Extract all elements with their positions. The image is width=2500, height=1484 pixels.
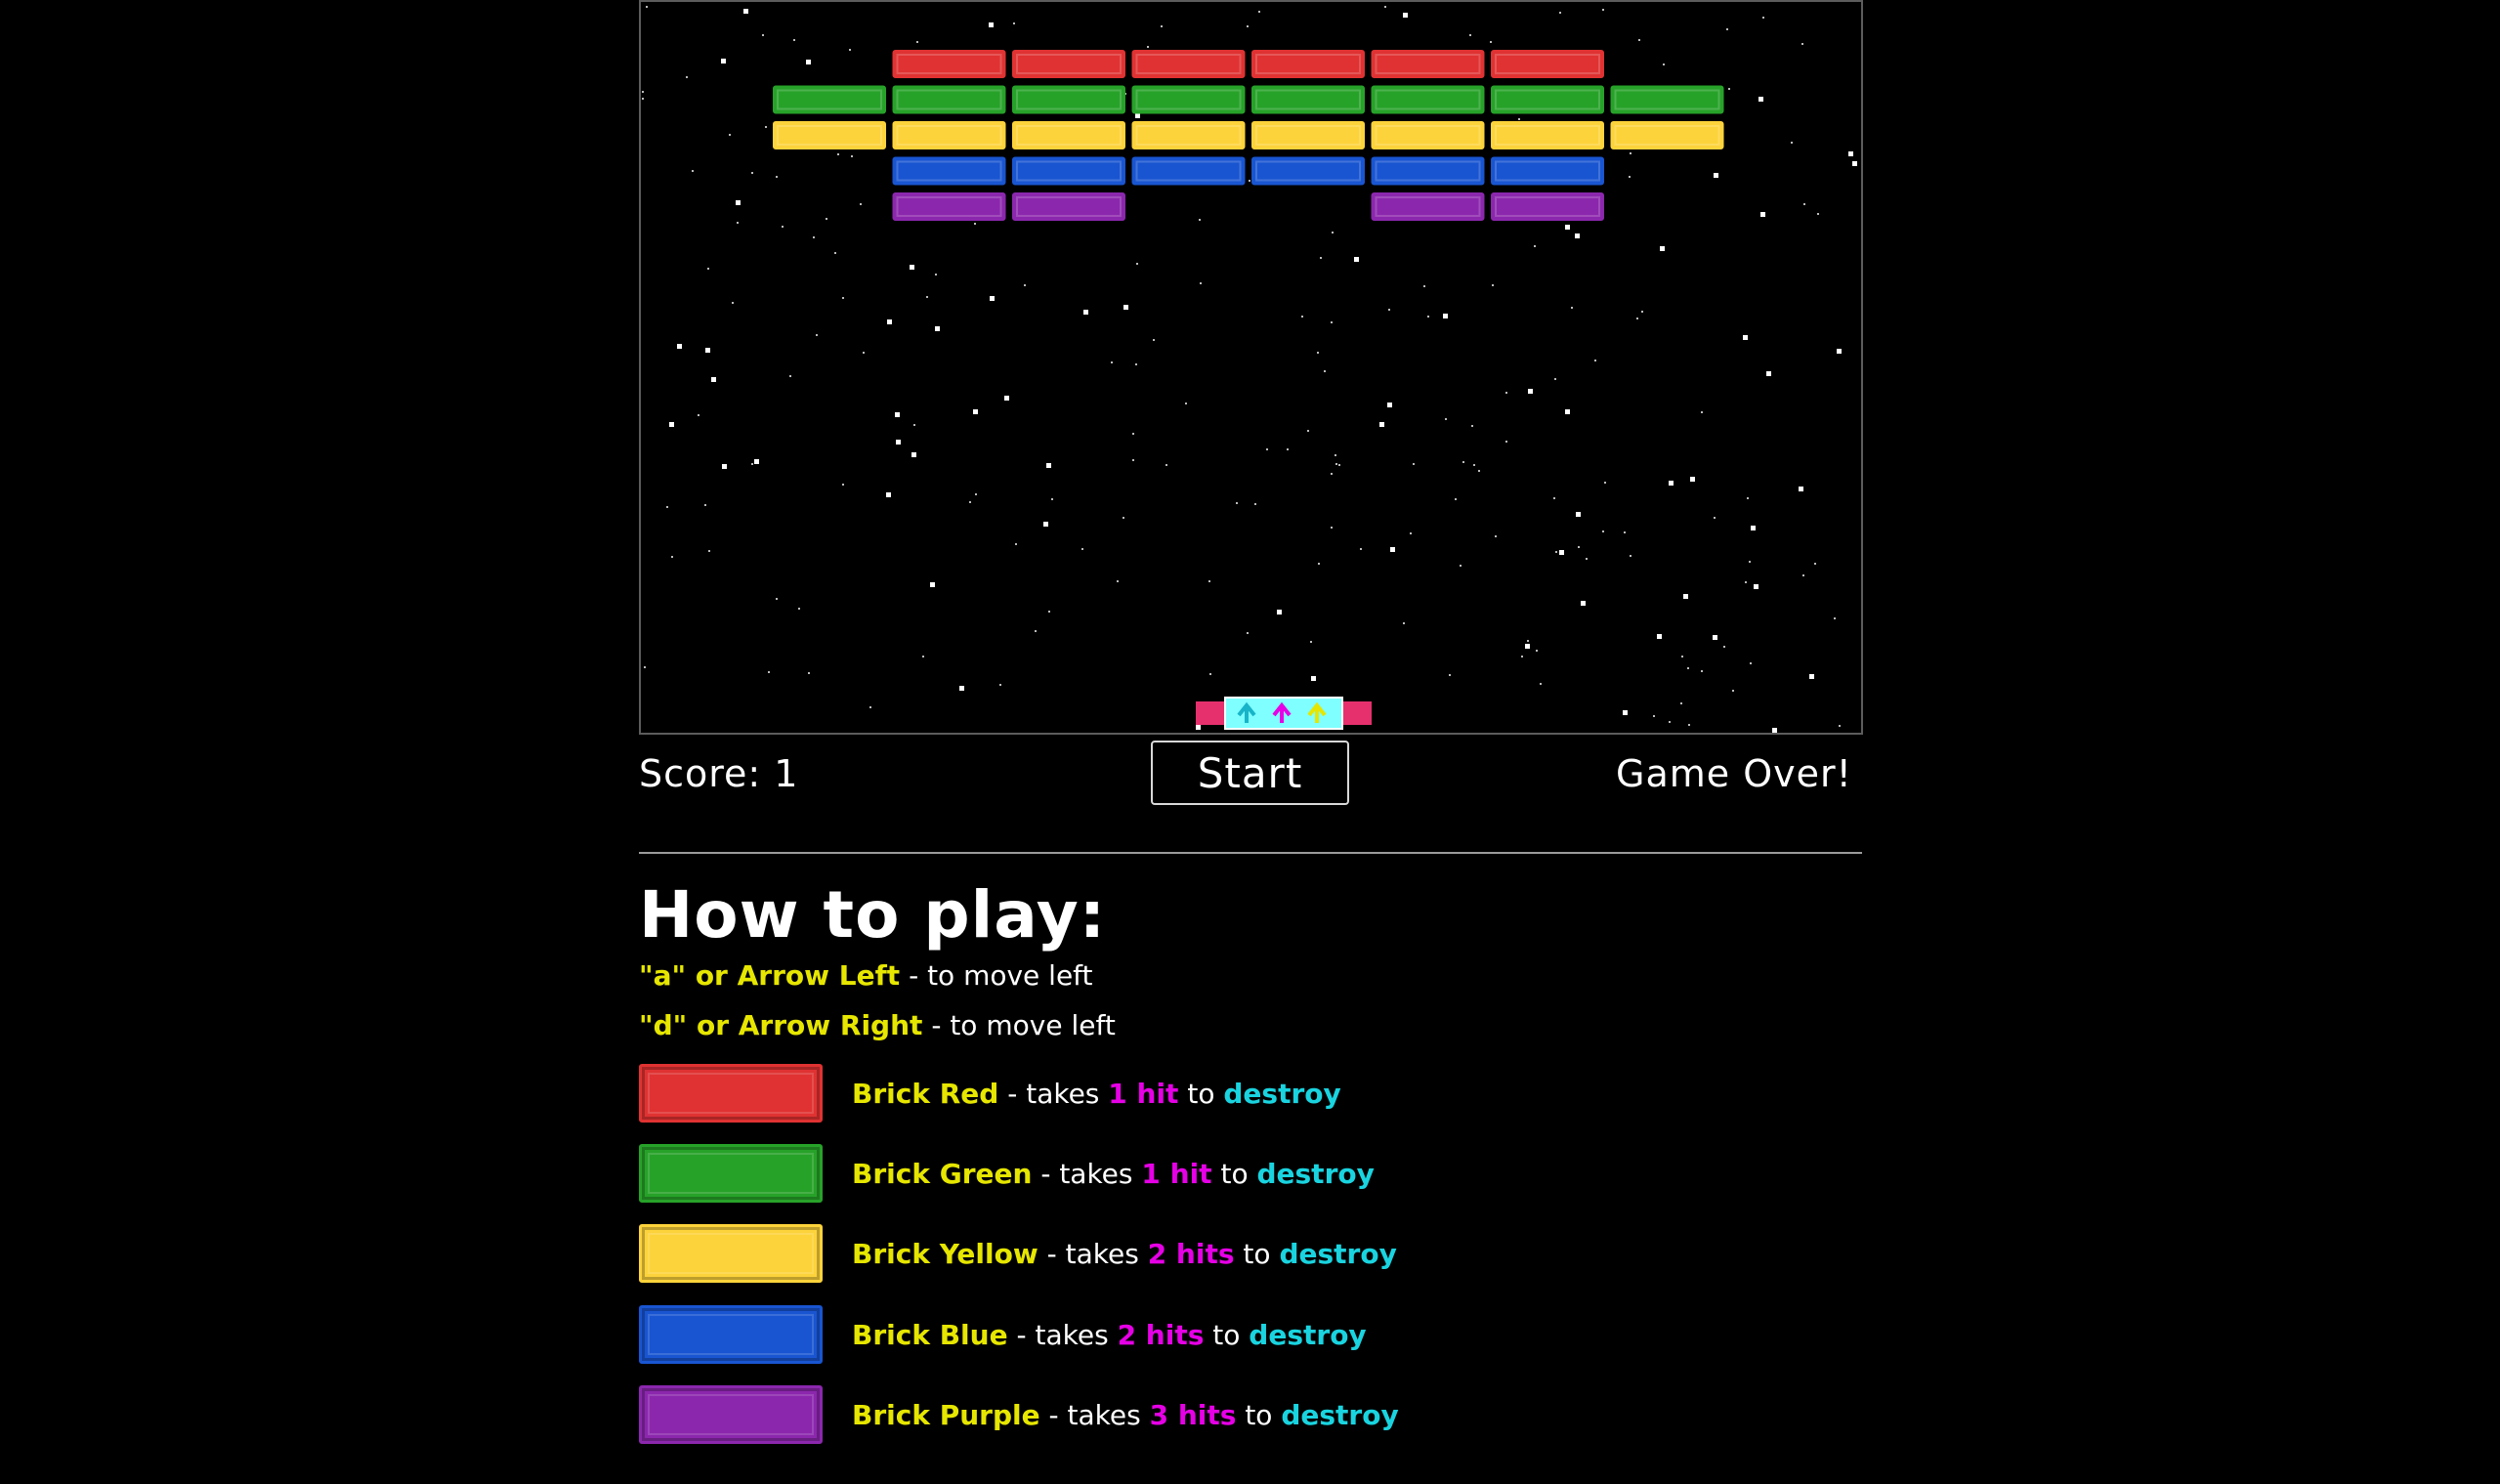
- game-field: [642, 6, 1857, 733]
- how-to-play-title: How to play:: [639, 877, 1107, 953]
- brick-name: Brick Blue: [852, 1318, 1008, 1351]
- control-left-desc: - to move left: [909, 959, 1093, 992]
- brick-legend-row: Brick Green - takes 1 hit to destroy: [639, 1143, 1375, 1204]
- brick-to: to: [1220, 1157, 1249, 1190]
- game-status: Game Over!: [1616, 752, 1852, 795]
- brick-legend-text: Brick Purple - takes 3 hits to destroy: [852, 1399, 1399, 1431]
- brick-legend-row: Brick Yellow - takes 2 hits to destroy: [639, 1223, 1397, 1284]
- start-button[interactable]: Start: [1151, 741, 1349, 805]
- brick-hits: 2 hits: [1147, 1237, 1235, 1270]
- divider: [639, 852, 1862, 854]
- paddle-right-end: [1342, 701, 1372, 725]
- brick-legend-text: Brick Blue - takes 2 hits to destroy: [852, 1319, 1367, 1351]
- brick-takes: - takes: [1016, 1318, 1109, 1351]
- brick-to: to: [1243, 1237, 1271, 1270]
- control-right-desc: - to move left: [931, 1009, 1116, 1041]
- control-left-key: "a" or Arrow Left: [639, 959, 901, 992]
- brick-hits: 2 hits: [1117, 1318, 1205, 1351]
- brick-takes: - takes: [1007, 1077, 1100, 1110]
- brick-takes: - takes: [1048, 1398, 1141, 1431]
- brick-name: Brick Yellow: [852, 1237, 1038, 1270]
- brick-swatch: [639, 1224, 823, 1283]
- brick-name: Brick Red: [852, 1077, 999, 1110]
- brick-name: Brick Green: [852, 1157, 1033, 1190]
- brick-action: destroy: [1223, 1077, 1341, 1110]
- brick-action: destroy: [1249, 1318, 1367, 1351]
- brick-takes: - takes: [1040, 1157, 1133, 1190]
- brick-to: to: [1212, 1318, 1241, 1351]
- brick-hits: 1 hit: [1108, 1077, 1179, 1110]
- control-right-key: "d" or Arrow Right: [639, 1009, 923, 1041]
- brick-swatch: [639, 1064, 823, 1123]
- paddle-left-end: [1196, 701, 1225, 725]
- brick-legend-text: Brick Green - takes 1 hit to destroy: [852, 1158, 1375, 1190]
- starfield: [642, 6, 1857, 733]
- brick-hits: 3 hits: [1149, 1398, 1237, 1431]
- control-right: "d" or Arrow Right - to move left: [639, 1009, 1116, 1041]
- brick-legend-text: Brick Yellow - takes 2 hits to destroy: [852, 1238, 1397, 1270]
- brick-takes: - takes: [1046, 1237, 1139, 1270]
- score-display: Score: 1: [639, 752, 799, 795]
- game-canvas[interactable]: [639, 0, 1863, 735]
- brick-action: destroy: [1256, 1157, 1375, 1190]
- brick-legend-row: Brick Blue - takes 2 hits to destroy: [639, 1304, 1367, 1365]
- brick-swatch: [639, 1385, 823, 1444]
- brick-swatch: [639, 1144, 823, 1203]
- brick-name: Brick Purple: [852, 1398, 1040, 1431]
- brick-action: destroy: [1279, 1237, 1397, 1270]
- brick-swatch: [639, 1305, 823, 1364]
- control-left: "a" or Arrow Left - to move left: [639, 959, 1093, 992]
- brick-legend-row: Brick Red - takes 1 hit to destroy: [639, 1063, 1341, 1124]
- brick-legend-row: Brick Purple - takes 3 hits to destroy: [639, 1384, 1399, 1445]
- brick-to: to: [1245, 1398, 1273, 1431]
- brick-hits: 1 hit: [1141, 1157, 1212, 1190]
- brick-to: to: [1187, 1077, 1215, 1110]
- brick-action: destroy: [1281, 1398, 1399, 1431]
- brick-legend-text: Brick Red - takes 1 hit to destroy: [852, 1078, 1341, 1110]
